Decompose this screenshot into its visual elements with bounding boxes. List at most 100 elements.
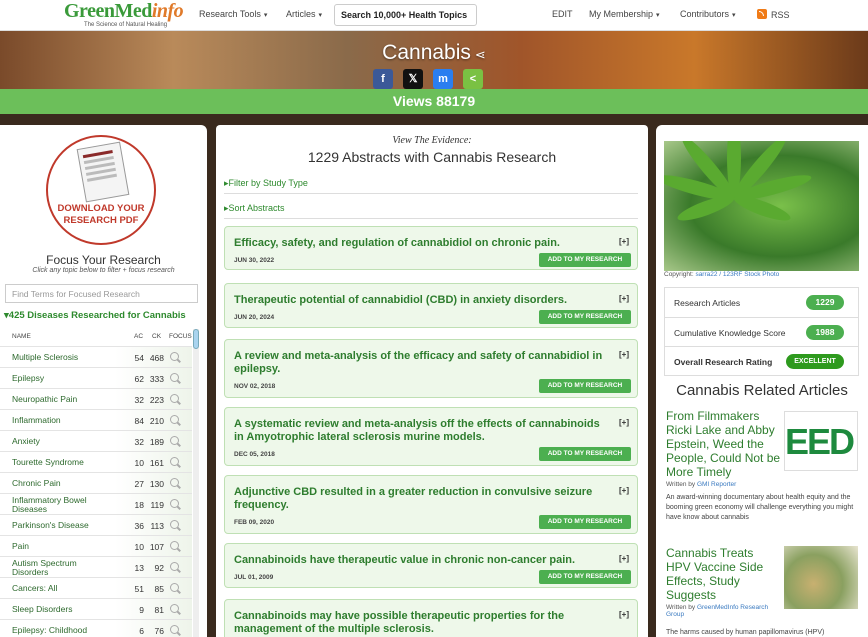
sharethis-button[interactable]: < <box>463 69 483 89</box>
abstract-title[interactable]: Efficacy, safety, and regulation of cann… <box>234 237 604 250</box>
x-share-button[interactable]: 𝕏 <box>403 69 423 89</box>
disease-name[interactable]: Epilepsy <box>12 374 127 383</box>
focus-search-icon[interactable] <box>170 541 179 550</box>
disease-row[interactable]: Autism Spectrum Disorders 13 92 <box>0 556 192 577</box>
related-article-thumbnail[interactable]: EED THE PE <box>784 411 858 471</box>
focus-search-icon[interactable] <box>170 583 179 592</box>
facebook-share-button[interactable]: f <box>373 69 393 89</box>
abstract-title[interactable]: A systematic review and meta-analysis of… <box>234 418 604 444</box>
summary-panel: Copyright: sarra22 / 123RF Stock Photo R… <box>656 125 868 637</box>
disease-row[interactable]: Pain 10 107 <box>0 535 192 556</box>
add-to-my-research-button[interactable]: ADD TO MY RESEARCH <box>539 310 631 324</box>
abstract-card: Efficacy, safety, and regulation of cann… <box>224 226 638 270</box>
disease-row[interactable]: Multiple Sclerosis 54 468 <box>0 346 192 367</box>
focus-search-icon[interactable] <box>170 625 179 634</box>
column-name[interactable]: NAME <box>12 333 31 340</box>
add-to-my-research-button[interactable]: ADD TO MY RESEARCH <box>539 253 631 267</box>
ac-count: 18 <box>134 500 144 510</box>
rss-icon <box>757 9 767 19</box>
focus-search-icon[interactable] <box>170 520 179 529</box>
greenmedinfo-logo[interactable]: GreenMedinfo The Science of Natural Heal… <box>64 1 184 28</box>
add-to-my-research-button[interactable]: ADD TO MY RESEARCH <box>539 379 631 393</box>
knowledge-score-row: Cumulative Knowledge Score 1988 <box>665 317 858 346</box>
disease-row[interactable]: Neuropathic Pain 32 223 <box>0 388 192 409</box>
related-article-title[interactable]: From Filmmakers Ricki Lake and Abby Epst… <box>666 409 781 479</box>
disease-name[interactable]: Tourette Syndrome <box>12 458 127 467</box>
related-article-title[interactable]: Cannabis Treats HPV Vaccine Side Effects… <box>666 546 781 602</box>
abstract-title[interactable]: Therapeutic potential of cannabidiol (CB… <box>234 294 604 307</box>
diseases-toggle[interactable]: ▾425 Diseases Researched for Cannabis <box>4 310 186 321</box>
disease-name[interactable]: Epilepsy: Childhood <box>12 626 127 635</box>
edit-link[interactable]: EDIT <box>552 9 573 19</box>
add-to-my-research-button[interactable]: ADD TO MY RESEARCH <box>539 447 631 461</box>
expand-abstract-button[interactable]: [+] <box>619 350 629 359</box>
disease-name[interactable]: Neuropathic Pain <box>12 395 127 404</box>
sort-abstracts-toggle[interactable]: ▸Sort Abstracts <box>224 203 285 214</box>
abstract-title[interactable]: Cannabinoids may have possible therapeut… <box>234 610 604 636</box>
disease-row[interactable]: Inflammation 84 210 <box>0 409 192 430</box>
disease-name[interactable]: Inflammation <box>12 416 127 425</box>
chevron-down-icon: ▾ <box>656 12 660 19</box>
disease-name[interactable]: Inflammatory Bowel Diseases <box>12 496 107 514</box>
disease-row[interactable]: Epilepsy 62 333 <box>0 367 192 388</box>
share-icon[interactable]: ⋖ <box>475 47 486 62</box>
disease-row[interactable]: Inflammatory Bowel Diseases 18 119 <box>0 493 192 514</box>
focus-search-icon[interactable] <box>170 478 179 487</box>
add-to-my-research-button[interactable]: ADD TO MY RESEARCH <box>539 570 631 584</box>
filter-by-study-type-toggle[interactable]: ▸Filter by Study Type <box>224 178 308 189</box>
column-ac[interactable]: AC <box>134 333 143 340</box>
focus-search-icon[interactable] <box>170 562 179 571</box>
disease-row[interactable]: Anxiety 32 189 <box>0 430 192 451</box>
focus-search-icon[interactable] <box>170 436 179 445</box>
abstract-title[interactable]: Cannabinoids have therapeutic value in c… <box>234 554 604 567</box>
focus-search-icon[interactable] <box>170 394 179 403</box>
abstract-title[interactable]: A review and meta-analysis of the effica… <box>234 350 604 376</box>
focus-search-icon[interactable] <box>170 604 179 613</box>
expand-abstract-button[interactable]: [+] <box>619 294 629 303</box>
disease-row[interactable]: Cancers: All 51 85 <box>0 577 192 598</box>
column-ck[interactable]: CK <box>152 333 161 340</box>
health-topics-search-button[interactable]: Search 10,000+ Health Topics <box>334 4 477 26</box>
research-tools-menu[interactable]: Research Tools ▾ <box>199 9 267 19</box>
rss-link[interactable]: RSS <box>757 9 790 20</box>
disease-name[interactable]: Autism Spectrum Disorders <box>12 559 107 577</box>
add-to-my-research-button[interactable]: ADD TO MY RESEARCH <box>539 515 631 529</box>
disease-name[interactable]: Anxiety <box>12 437 127 446</box>
abstract-title[interactable]: Adjunctive CBD resulted in a greater red… <box>234 486 604 512</box>
author-link[interactable]: GMI Reporter <box>697 481 736 488</box>
disease-name[interactable]: Chronic Pain <box>12 479 127 488</box>
focused-research-search-input[interactable] <box>5 284 198 303</box>
focus-search-icon[interactable] <box>170 457 179 466</box>
disease-row[interactable]: Tourette Syndrome 10 161 <box>0 451 192 472</box>
related-article[interactable]: Cannabis Treats HPV Vaccine Side Effects… <box>666 546 781 618</box>
disease-name[interactable]: Parkinson's Disease <box>12 521 127 530</box>
expand-abstract-button[interactable]: [+] <box>619 486 629 495</box>
focus-search-icon[interactable] <box>170 499 179 508</box>
disease-row[interactable]: Parkinson's Disease 36 113 <box>0 514 192 535</box>
focus-search-icon[interactable] <box>170 352 179 361</box>
related-article[interactable]: From Filmmakers Ricki Lake and Abby Epst… <box>666 409 781 488</box>
disease-name[interactable]: Cancers: All <box>12 584 127 593</box>
messenger-share-button[interactable]: m <box>433 69 453 89</box>
copyright-link[interactable]: sarra22 / 123RF Stock Photo <box>695 271 779 278</box>
expand-abstract-button[interactable]: [+] <box>619 610 629 619</box>
contributors-menu[interactable]: Contributors ▾ <box>680 9 736 19</box>
disease-row[interactable]: Epilepsy: Childhood 6 76 <box>0 619 192 637</box>
scrollbar-thumb[interactable] <box>193 329 199 349</box>
expand-abstract-button[interactable]: [+] <box>619 237 629 246</box>
articles-menu[interactable]: Articles ▾ <box>286 9 322 19</box>
download-pdf-button[interactable]: DOWNLOAD YOUR RESEARCH PDF <box>46 135 156 245</box>
my-membership-menu[interactable]: My Membership ▾ <box>589 9 660 19</box>
disease-name[interactable]: Sleep Disorders <box>12 605 127 614</box>
disease-list-scrollbar[interactable] <box>193 329 199 637</box>
disease-row[interactable]: Chronic Pain 27 130 <box>0 472 192 493</box>
stat-label: Research Articles <box>674 298 741 308</box>
focus-search-icon[interactable] <box>170 415 179 424</box>
disease-name[interactable]: Multiple Sclerosis <box>12 353 127 362</box>
expand-abstract-button[interactable]: [+] <box>619 418 629 427</box>
expand-abstract-button[interactable]: [+] <box>619 554 629 563</box>
cbd-oil-thumbnail[interactable] <box>784 546 858 609</box>
disease-row[interactable]: Sleep Disorders 9 81 <box>0 598 192 619</box>
focus-search-icon[interactable] <box>170 373 179 382</box>
disease-name[interactable]: Pain <box>12 542 127 551</box>
